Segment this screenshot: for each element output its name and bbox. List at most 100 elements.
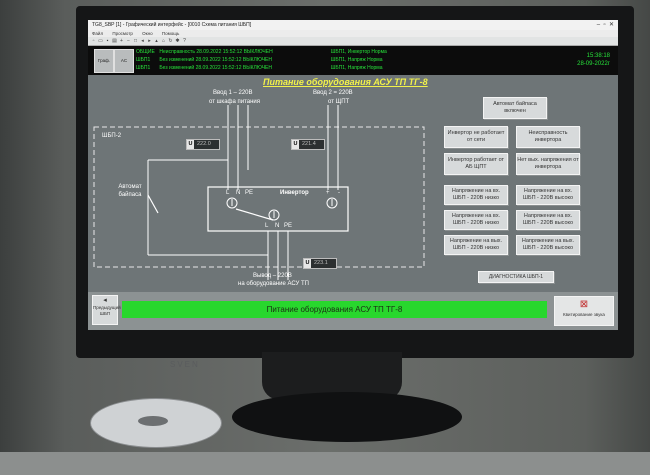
status-inverter-battery[interactable]: Инвертор работает от АБ ЩПТ [444, 153, 508, 175]
status-banner: Питание оборудования АСУ ТП ТГ-8 [122, 301, 547, 318]
alarm-row[interactable]: ШБП1 Без изменений 28.09.2022 15:52:12 В… [136, 56, 556, 64]
clock: 15:38:18 28-09-2022г [577, 52, 610, 68]
close-button[interactable]: ✕ [609, 22, 614, 28]
inverter-n-label: N [236, 190, 241, 196]
voltage-unit: U [187, 140, 194, 149]
input1-label: Ввод 1 – 220В [213, 90, 253, 96]
alarm-button[interactable]: АС [114, 49, 134, 73]
voltage-unit: U [292, 140, 299, 149]
graph-button[interactable]: Граф. [94, 49, 114, 73]
input2-sub: от ЩПТ [328, 99, 350, 105]
inverter-minus-label: - [338, 190, 340, 196]
menu-view[interactable]: Просмотр [112, 31, 133, 36]
zoom-out-icon[interactable]: − [126, 38, 131, 44]
open-icon[interactable]: ▭ [98, 38, 103, 44]
inverter-pe-label: PE [245, 190, 254, 196]
monitor-stand-base [232, 392, 462, 442]
status-input2-voltage-low[interactable]: Напряжение на вх. ШБП - 220В низко [444, 210, 508, 230]
status-input2-voltage-high[interactable]: Напряжение на вх. ШБП - 220В высоко [516, 210, 580, 230]
status-output-voltage-high[interactable]: Напряжение на вых. ШБП - 220В высоко [516, 235, 580, 255]
cd-disc-hole [138, 416, 168, 426]
zoom-in-icon[interactable]: + [119, 38, 124, 44]
monitor-screen: TG8_SBP [1] - Графический интерфейс - [0… [88, 20, 618, 330]
status-inverter-fault[interactable]: Неисправность инвертора [516, 126, 580, 148]
input2-label: Ввод 2 = 220В [313, 90, 353, 96]
status-output-voltage-low[interactable]: Напряжение на вых. ШБП - 220В низко [444, 235, 508, 255]
sound-mute-icon: ⊠ [579, 299, 589, 310]
alarm-panel: Граф. АС ОБЩИЕ Неисправность 28.09.2022 … [88, 46, 618, 76]
input2-voltage: U 221.4 [291, 139, 325, 150]
input2-voltage-value: 221.4 [302, 141, 316, 147]
new-icon[interactable]: ▫ [91, 38, 96, 44]
output-sub: на оборудование АСУ ТП [238, 281, 309, 287]
inverter-l-label: L [226, 190, 230, 196]
alarm-message: Без изменений 28.09.2022 15:52:12 ВЫКЛЮЧ… [159, 57, 272, 63]
inverter-transfer [235, 208, 274, 221]
status-no-inverter-output[interactable]: Нет вых. напряжения от инвертора [516, 153, 580, 175]
alarm-tag: ШБП1 [136, 57, 151, 63]
status-input-voltage-low[interactable]: Напряжение на вх. ШБП - 220В низко [444, 185, 508, 205]
back-icon[interactable]: ◂ [140, 38, 145, 44]
alarm-message: Без изменений 28.09.2022 15:52:12 ВЫКЛЮЧ… [159, 65, 272, 71]
alarm-location: ШБП1, Инвертор [330, 49, 370, 55]
power-scheme: Питание оборудования АСУ ТП ТГ-8 Ввод 1 … [88, 75, 618, 290]
alarm-row[interactable]: ОБЩИЕ Неисправность 28.09.2022 15:52:12 … [136, 48, 556, 56]
desk [0, 452, 650, 475]
arrow-left-icon: ◂ [103, 297, 107, 304]
alarm-state: Норма [371, 49, 387, 55]
window-controls: ‒ ▫ ✕ [597, 20, 614, 30]
diagnostics-button[interactable]: ДИАГНОСТИКА ШБП-1 [478, 271, 554, 283]
voltage-unit: U [304, 259, 311, 268]
alarm-location: ШБП1, Напряж [330, 65, 366, 71]
inverter-label: Инвертор [280, 190, 309, 196]
alarm-message: Неисправность 28.09.2022 15:52:12 ВЫКЛЮЧ… [159, 49, 273, 55]
window-titlebar: TG8_SBP [1] - Графический интерфейс - [0… [88, 20, 618, 30]
settings-icon[interactable]: ✱ [175, 38, 180, 44]
alarm-tag: ШБП1 [136, 65, 151, 71]
alarm-tag: ОБЩИЕ [136, 49, 155, 55]
refresh-icon[interactable]: ↻ [168, 38, 173, 44]
output-voltage-value: 223.1 [314, 260, 328, 266]
input1-voltage: U 222.0 [186, 139, 220, 150]
clock-time: 15:38:18 [586, 53, 610, 59]
print-icon[interactable]: ▤ [112, 38, 117, 44]
output-voltage: U 223.1 [303, 258, 337, 269]
panel-label: ШБП-2 [102, 133, 122, 139]
output-n-label: N [275, 223, 280, 229]
previous-ups-button[interactable]: ◂ Предыдущий ШБП [92, 295, 121, 325]
status-input-voltage-high[interactable]: Напряжение на вх. ШБП - 220В высоко [516, 185, 580, 205]
alarm-location: ШБП1, Напряж [330, 57, 366, 63]
alarm-state: Норма [367, 57, 383, 63]
fit-icon[interactable]: □ [133, 38, 138, 44]
save-icon[interactable]: ▪ [105, 38, 110, 44]
home-icon[interactable]: ⌂ [161, 38, 166, 44]
alarm-state: Норма [367, 65, 383, 71]
minimize-button[interactable]: ‒ [597, 22, 600, 28]
acknowledge-sound-button[interactable]: ⊠ Квитирование звука [554, 296, 614, 326]
menu-window[interactable]: Окно [142, 31, 152, 36]
window-title: TG8_SBP [1] - Графический интерфейс - [0… [92, 22, 252, 28]
alarm-list: ОБЩИЕ Неисправность 28.09.2022 15:52:12 … [136, 48, 556, 72]
output-l-label: L [265, 223, 269, 229]
acknowledge-sound-label: Квитирование звука [563, 312, 605, 317]
forward-icon[interactable]: ▸ [147, 38, 152, 44]
menu-help[interactable]: Помощь [162, 31, 179, 36]
status-inverter-no-grid[interactable]: Инвертор не работает от сети [444, 126, 508, 148]
up-icon[interactable]: ▴ [154, 38, 159, 44]
menu-bar: Файл Просмотр Окно Помощь [88, 30, 618, 37]
monitor-brand: SVEN [170, 360, 200, 369]
clock-date: 28-09-2022г [577, 61, 610, 67]
info-icon[interactable]: ? [182, 38, 187, 44]
menu-file[interactable]: Файл [92, 31, 103, 36]
output-pe-label: PE [284, 223, 293, 229]
bottom-bar: ◂ Предыдущий ШБП Питание оборудования АС… [88, 292, 618, 330]
status-auto-bypass-on[interactable]: Автомат байпаса включен [483, 97, 547, 119]
toolbar: ▫ ▭ ▪ ▤ + − □ ◂ ▸ ▴ ⌂ ↻ ✱ ? [88, 37, 618, 46]
maximize-button[interactable]: ▫ [603, 22, 605, 28]
inverter-plus-label: + [326, 190, 330, 196]
previous-ups-label: Предыдущий ШБП [93, 305, 121, 316]
alarm-row[interactable]: ШБП1 Без изменений 28.09.2022 15:52:12 В… [136, 64, 556, 72]
input1-voltage-value: 222.0 [197, 141, 211, 147]
auto-bypass-label: Автомат байпаса [118, 184, 142, 198]
input1-sub: от шкафа питания [209, 99, 260, 105]
